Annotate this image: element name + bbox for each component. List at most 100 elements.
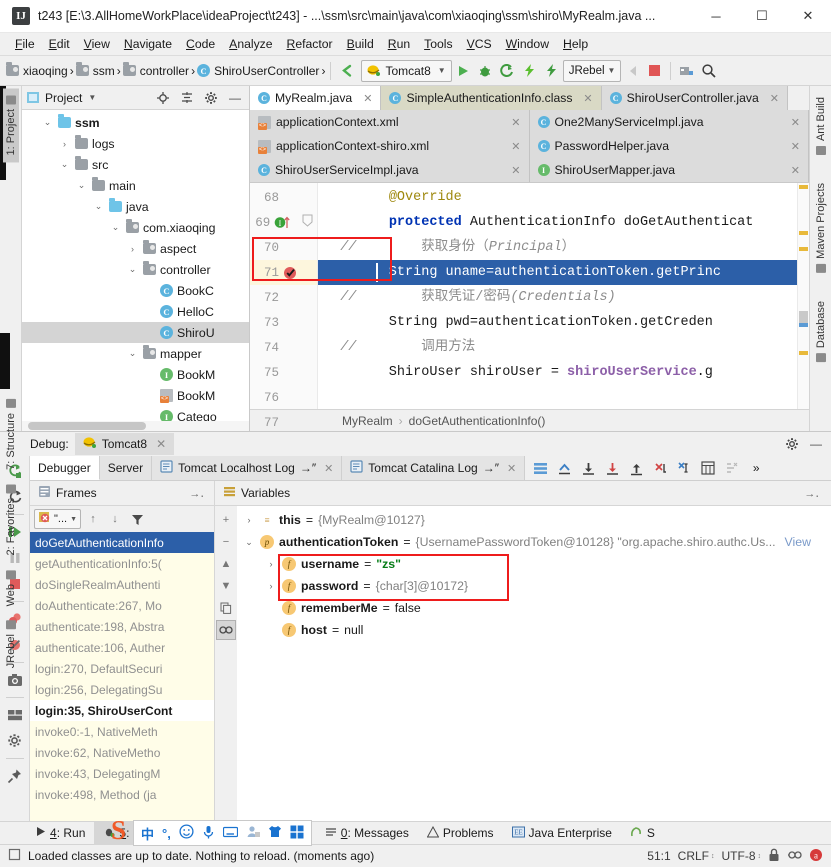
tree-node-java[interactable]: ⌄ java xyxy=(22,196,249,217)
expand-arrow-icon[interactable]: › xyxy=(265,581,277,591)
tree-node-aspect[interactable]: › aspect xyxy=(22,238,249,259)
expand-arrow-icon[interactable]: › xyxy=(265,559,277,569)
close-icon[interactable]: ✕ xyxy=(770,92,779,105)
frame-item[interactable]: invoke0:-1, NativeMeth xyxy=(30,721,214,742)
frame-item[interactable]: authenticate:198, Abstra xyxy=(30,616,214,637)
tree-node-helloc[interactable]: C HelloC xyxy=(22,301,249,322)
menu-item-tools[interactable]: Tools xyxy=(417,35,459,53)
more-icon[interactable]: » xyxy=(745,457,767,480)
tree-node-bookc[interactable]: C BookC xyxy=(22,280,249,301)
debug-tab-tomcatcatalinalog[interactable]: Tomcat Catalina Log →″ ✕ xyxy=(342,456,526,480)
fold-marker-icon[interactable] xyxy=(302,214,313,231)
jrebel-selector[interactable]: JRebel ▼ xyxy=(562,59,622,82)
close-icon[interactable]: ✕ xyxy=(583,92,592,105)
code-line-71[interactable]: String uname=authenticationToken.getPrin… xyxy=(318,260,797,285)
variable-row[interactable]: f rememberMe = false xyxy=(237,597,831,619)
chevron-down-icon[interactable]: ▼ xyxy=(438,66,446,75)
run-icon[interactable] xyxy=(453,60,474,82)
step-into-icon[interactable] xyxy=(601,457,623,480)
nav-crumb-ShiroUserController[interactable]: C ShiroUserController xyxy=(195,64,321,78)
frame-item[interactable]: getAuthenticationInfo:5( xyxy=(30,553,214,574)
gutter-line-74[interactable]: 74 xyxy=(250,335,317,360)
nav-crumb-ssm[interactable]: ssm xyxy=(74,62,117,78)
step-out-up-icon[interactable] xyxy=(553,457,575,480)
close-icon[interactable]: ✕ xyxy=(156,437,166,451)
expand-arrow-icon[interactable]: ⌄ xyxy=(41,117,54,128)
tshirt-icon[interactable] xyxy=(268,825,282,841)
debug-tab-debugger[interactable]: Debugger xyxy=(30,456,100,480)
tree-node-ssm[interactable]: ⌄ ssm xyxy=(22,112,249,133)
gutter-line-72[interactable]: 72 xyxy=(250,285,317,310)
frames-down-icon[interactable]: ↓ xyxy=(105,509,125,529)
close-icon[interactable]: ✕ xyxy=(791,116,800,129)
menu-item-code[interactable]: Code xyxy=(179,35,222,53)
tree-node-shirou[interactable]: C ShiroU xyxy=(22,322,249,343)
minimize-button[interactable]: ─ xyxy=(693,0,739,33)
variables-pane[interactable]: › ≡ this = {MyRealm@10127} ⌄ p authentication… xyxy=(237,506,831,821)
mic-icon[interactable] xyxy=(202,825,215,842)
encoding[interactable]: UTF-8 ↕ xyxy=(722,849,762,863)
tree-node-bookm[interactable]: BookM xyxy=(22,385,249,406)
frame-item[interactable]: invoke:498, Method (ja xyxy=(30,784,214,805)
expand-arrow-icon[interactable]: › xyxy=(126,244,139,254)
inspection-icon[interactable] xyxy=(787,848,802,865)
expand-arrow-icon[interactable]: ⌄ xyxy=(126,348,139,359)
expand-arrow-icon[interactable]: ⌄ xyxy=(92,201,105,212)
close-icon[interactable]: ✕ xyxy=(511,116,520,129)
sidebar-tab-antbuild[interactable]: Ant Build xyxy=(813,90,829,162)
toolwindow-s[interactable]: S xyxy=(621,822,664,845)
code-editor[interactable]: 68 69 I 70 71 72 73 74 75 76 77 @Override protecte… xyxy=(250,183,809,430)
frames-settings-icon[interactable]: →․ xyxy=(189,487,204,500)
toolwindow-problems[interactable]: Problems xyxy=(418,822,503,845)
menu-item-edit[interactable]: Edit xyxy=(42,35,77,53)
chevron-down-icon[interactable]: ▼ xyxy=(70,516,77,523)
debug-session-tab[interactable]: Tomcat8 ✕ xyxy=(74,433,175,455)
remove-watch-icon[interactable]: − xyxy=(216,532,236,552)
gutter-line-73[interactable]: 73 xyxy=(250,310,317,335)
hide-pane-icon[interactable]: — xyxy=(226,89,244,107)
step-over-icon[interactable] xyxy=(577,457,599,480)
project-tree-hscrollbar[interactable] xyxy=(22,421,249,431)
collapse-all-icon[interactable] xyxy=(178,89,196,107)
keyboard-icon[interactable] xyxy=(222,826,238,841)
close-icon[interactable]: ✕ xyxy=(791,140,800,153)
tree-node-main[interactable]: ⌄ main xyxy=(22,175,249,196)
nav-crumb-controller[interactable]: controller xyxy=(121,62,191,78)
chevron-down-icon[interactable]: ▼ xyxy=(608,66,616,75)
expand-arrow-icon[interactable]: › xyxy=(243,515,255,525)
detach-icon[interactable]: →″ xyxy=(300,461,316,475)
editor-tab-applicationcontextxml[interactable]: applicationContext.xml ✕ xyxy=(250,110,530,134)
variable-row[interactable]: f host = null xyxy=(237,619,831,641)
code-line-69[interactable]: protected AuthenticationInfo doGetAuthen… xyxy=(318,210,797,235)
move-down-icon[interactable]: ▼ xyxy=(216,576,236,596)
editor-tab-passwordhelperjava[interactable]: C PasswordHelper.java ✕ xyxy=(529,134,809,158)
step-out-icon[interactable] xyxy=(649,457,671,480)
menu-item-window[interactable]: Window xyxy=(499,35,556,53)
build-icon[interactable] xyxy=(622,60,643,82)
variable-row[interactable]: › ≡ this = {MyRealm@10127} xyxy=(237,509,831,531)
watches-toggle-icon[interactable] xyxy=(216,620,236,640)
marker-info[interactable] xyxy=(799,323,808,327)
breadcrumb-item-1[interactable]: doGetAuthenticationInfo() xyxy=(409,414,546,428)
marker-warning[interactable] xyxy=(799,231,808,235)
expand-arrow-icon[interactable]: ⌄ xyxy=(58,159,71,170)
gear-icon[interactable] xyxy=(783,435,801,453)
editor-tab-applicationcontextshiroxml[interactable]: applicationContext-shiro.xml ✕ xyxy=(250,134,530,158)
sidebar-tab-mavenprojects[interactable]: Maven Projects xyxy=(813,176,829,280)
menu-item-vcs[interactable]: VCS xyxy=(460,35,499,53)
frame-item[interactable]: doSingleRealmAuthenti xyxy=(30,574,214,595)
gutter-line-68[interactable]: 68 xyxy=(250,185,317,210)
frame-item[interactable]: login:35, ShiroUserCont xyxy=(30,700,214,721)
breadcrumb-item-0[interactable]: MyRealm xyxy=(342,414,393,428)
filter-icon[interactable] xyxy=(127,509,147,529)
code-line-76[interactable] xyxy=(318,385,797,409)
nav-crumb-xiaoqing[interactable]: xiaoqing xyxy=(4,62,70,78)
ime-item-中[interactable]: 中 xyxy=(141,824,154,843)
close-icon[interactable]: ✕ xyxy=(791,164,800,177)
menu-item-refactor[interactable]: Refactor xyxy=(280,35,340,53)
frames-list[interactable]: doGetAuthenticationInfo getAuthentication… xyxy=(30,532,214,821)
settings-gear-icon[interactable] xyxy=(3,729,27,753)
sidebar-tab-web[interactable]: Web xyxy=(3,563,19,613)
ime-item-°,[interactable]: °, xyxy=(162,826,171,841)
code-line-70[interactable]: // 获取身份（Principal） xyxy=(318,235,797,260)
